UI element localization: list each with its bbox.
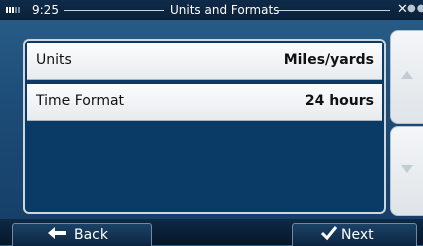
time-format-label: Time Format — [36, 93, 125, 109]
scroll-up-icon — [401, 71, 413, 79]
scroll-down-icon — [401, 165, 413, 173]
list-item-units[interactable]: Units Miles/yards — [27, 43, 382, 80]
back-button[interactable]: Back — [12, 223, 152, 246]
status-bar: 9:25 Units and Formats ✕ ●● — [0, 0, 423, 20]
scroll-down-button[interactable] — [390, 126, 423, 216]
settings-list: Units Miles/yards Time Format 24 hours — [23, 39, 386, 214]
list-item-time-format[interactable]: Time Format 24 hours — [27, 84, 382, 121]
status-dots: ●● — [407, 3, 423, 14]
units-label: Units — [36, 52, 72, 68]
scroll-up-button[interactable] — [390, 30, 423, 124]
title-rule-right — [278, 10, 390, 11]
time-format-value: 24 hours — [304, 93, 374, 109]
units-value: Miles/yards — [283, 52, 374, 68]
next-button[interactable]: Next — [292, 223, 417, 246]
status-time: 9:25 — [32, 3, 59, 17]
back-label: Back — [74, 227, 108, 243]
back-arrow-icon — [48, 227, 66, 243]
title-rule-left — [64, 10, 164, 11]
next-label: Next — [341, 227, 374, 243]
checkmark-icon — [320, 225, 338, 245]
screen-title: Units and Formats — [170, 3, 280, 17]
signal-icon — [6, 7, 20, 13]
